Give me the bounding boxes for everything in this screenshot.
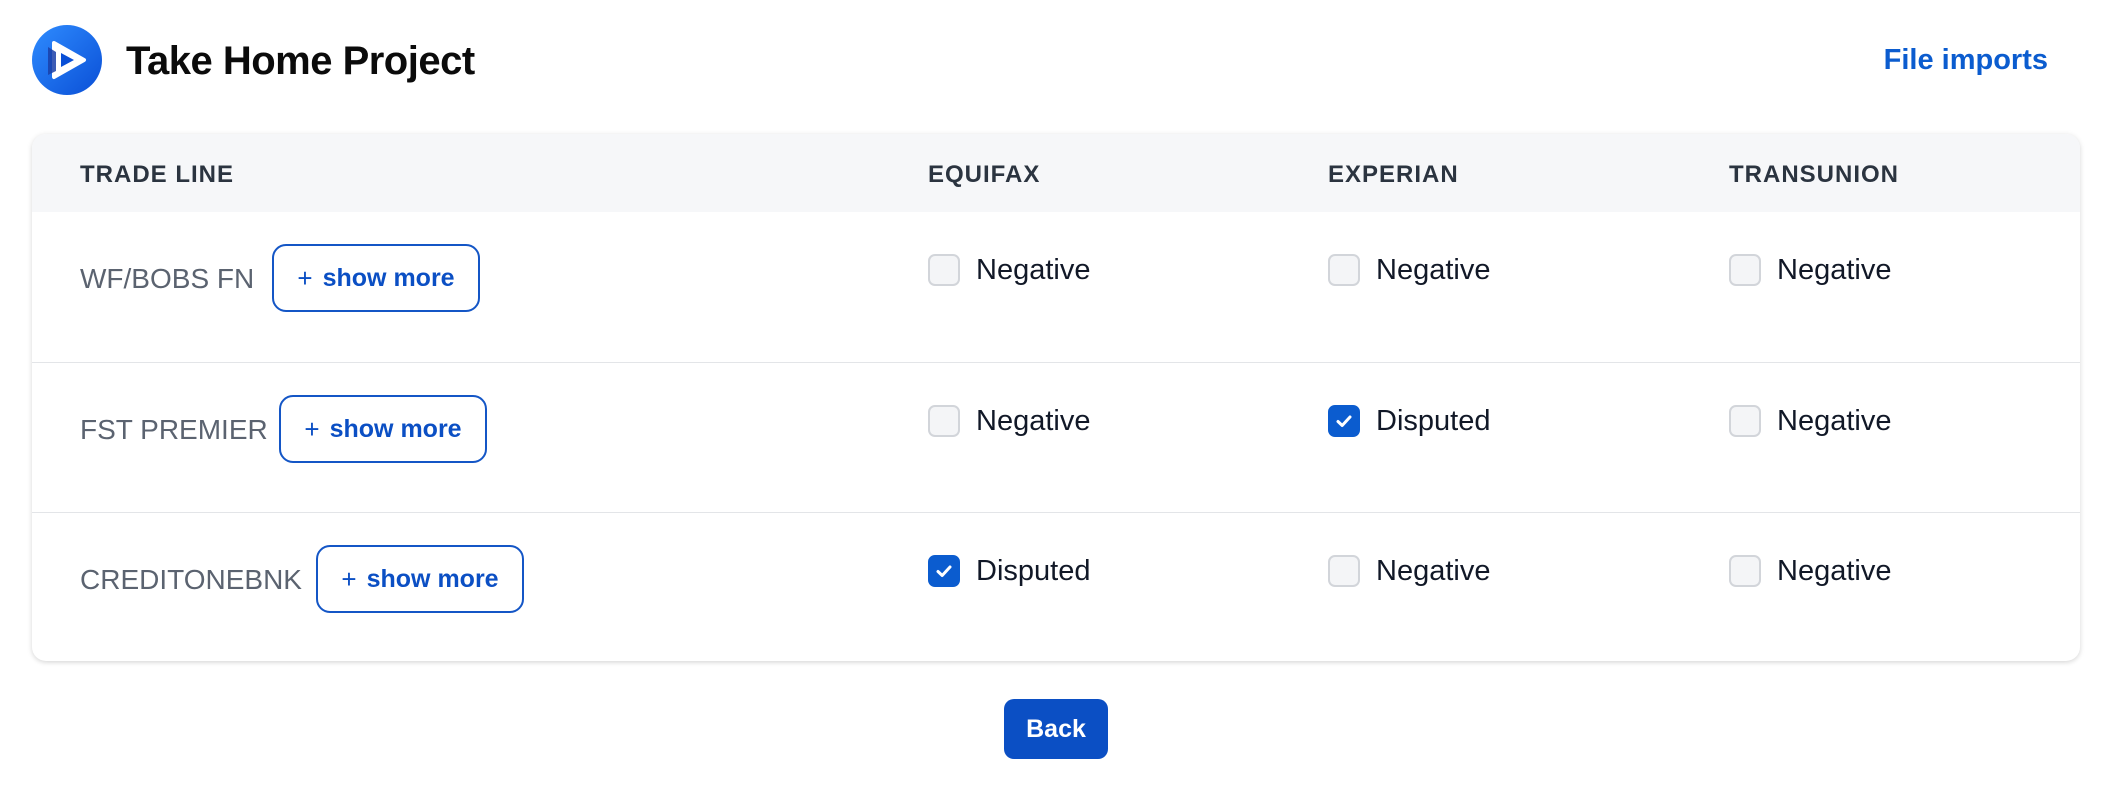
plus-icon: +	[341, 563, 357, 594]
show-more-label: show more	[366, 564, 499, 593]
plus-icon: +	[297, 262, 313, 293]
equifax-status-label: Negative	[976, 405, 1091, 437]
transunion-status-label: Negative	[1777, 405, 1892, 437]
play-logo-icon[interactable]	[32, 25, 102, 95]
trade-line-name: CREDITONEBNK	[80, 564, 302, 595]
experian-checkbox[interactable]	[1328, 555, 1360, 587]
experian-status: Disputed	[1328, 403, 1490, 439]
table-row: CREDITONEBNK + show more Disputed Negati…	[32, 512, 2080, 661]
check-icon	[936, 565, 952, 577]
experian-status-label: Disputed	[1376, 405, 1491, 437]
trade-line-name: FST PREMIER	[80, 414, 268, 445]
equifax-checkbox[interactable]	[928, 254, 960, 286]
column-header-trade-line: TRADE LINE	[80, 161, 234, 188]
table-header: TRADE LINE EQUIFAX EXPERIAN TRANSUNION	[32, 134, 2080, 212]
transunion-status: Negative	[1729, 403, 1891, 439]
transunion-status: Negative	[1729, 252, 1891, 288]
experian-status: Negative	[1328, 553, 1490, 589]
show-more-button[interactable]: + show more	[279, 395, 487, 463]
show-more-label: show more	[329, 414, 462, 443]
experian-status-label: Negative	[1376, 555, 1491, 587]
equifax-checkbox[interactable]	[928, 405, 960, 437]
column-header-equifax: EQUIFAX	[928, 161, 1041, 188]
equifax-status: Negative	[928, 252, 1090, 288]
experian-status: Negative	[1328, 252, 1490, 288]
equifax-status: Disputed	[928, 553, 1090, 589]
file-imports-link[interactable]: File imports	[1884, 42, 2048, 78]
plus-icon: +	[304, 413, 320, 444]
equifax-checkbox[interactable]	[928, 555, 960, 587]
transunion-checkbox[interactable]	[1729, 405, 1761, 437]
show-more-button[interactable]: + show more	[272, 244, 480, 312]
transunion-checkbox[interactable]	[1729, 254, 1761, 286]
equifax-status-label: Disputed	[976, 555, 1091, 587]
experian-status-label: Negative	[1376, 254, 1491, 286]
experian-checkbox[interactable]	[1328, 254, 1360, 286]
transunion-status-label: Negative	[1777, 254, 1892, 286]
app-header: Take Home Project File imports	[0, 0, 2108, 120]
back-button[interactable]: Back	[1004, 699, 1108, 759]
show-more-label: show more	[322, 263, 455, 292]
transunion-status: Negative	[1729, 553, 1891, 589]
check-icon	[1336, 415, 1352, 427]
column-header-experian: EXPERIAN	[1328, 161, 1459, 188]
equifax-status: Negative	[928, 403, 1090, 439]
trade-lines-table: TRADE LINE EQUIFAX EXPERIAN TRANSUNION W…	[32, 134, 2080, 661]
show-more-button[interactable]: + show more	[316, 545, 524, 613]
table-row: FST PREMIER + show more Negative Dispute…	[32, 362, 2080, 512]
transunion-status-label: Negative	[1777, 555, 1892, 587]
column-header-transunion: TRANSUNION	[1729, 161, 1899, 188]
equifax-status-label: Negative	[976, 254, 1091, 286]
table-row: WF/BOBS FN + show more Negative Negative…	[32, 212, 2080, 362]
experian-checkbox[interactable]	[1328, 405, 1360, 437]
trade-line-name: WF/BOBS FN	[80, 263, 255, 294]
app-title: Take Home Project	[126, 39, 475, 83]
transunion-checkbox[interactable]	[1729, 555, 1761, 587]
